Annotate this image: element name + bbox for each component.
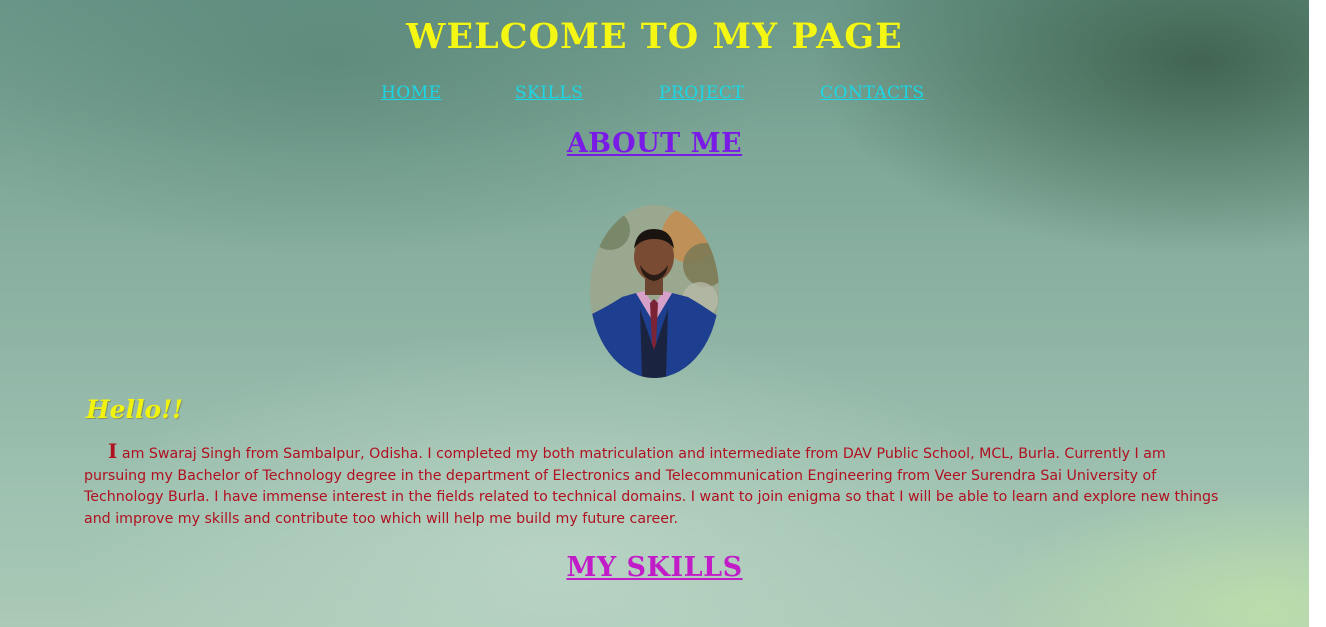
nav-link-skills[interactable]: SKILLS (515, 83, 583, 103)
profile-photo-illustration (590, 205, 719, 378)
about-me-heading[interactable]: ABOUT ME (0, 128, 1309, 159)
my-skills-heading[interactable]: MY SKILLS (0, 552, 1309, 583)
page-background: WELCOME TO MY PAGE HOME SKILLS PROJECT C… (0, 0, 1309, 627)
bio-text: am Swaraj Singh from Sambalpur, Odisha. … (84, 446, 1219, 527)
about-me-heading-text[interactable]: ABOUT ME (567, 128, 742, 159)
page-title: WELCOME TO MY PAGE (406, 16, 903, 57)
greeting-heading: Hello!! (86, 395, 184, 424)
nav-link-home[interactable]: HOME (381, 83, 442, 103)
main-nav: HOME SKILLS PROJECT CONTACTS (0, 83, 1309, 107)
nav-link-contacts[interactable]: CONTACTS (820, 83, 925, 103)
bio-drop-cap: I (108, 439, 118, 463)
nav-link-project[interactable]: PROJECT (659, 83, 744, 103)
my-skills-heading-text[interactable]: MY SKILLS (566, 552, 742, 583)
about-bio-paragraph: I am Swaraj Singh from Sambalpur, Odisha… (84, 439, 1224, 530)
profile-photo (590, 205, 719, 378)
